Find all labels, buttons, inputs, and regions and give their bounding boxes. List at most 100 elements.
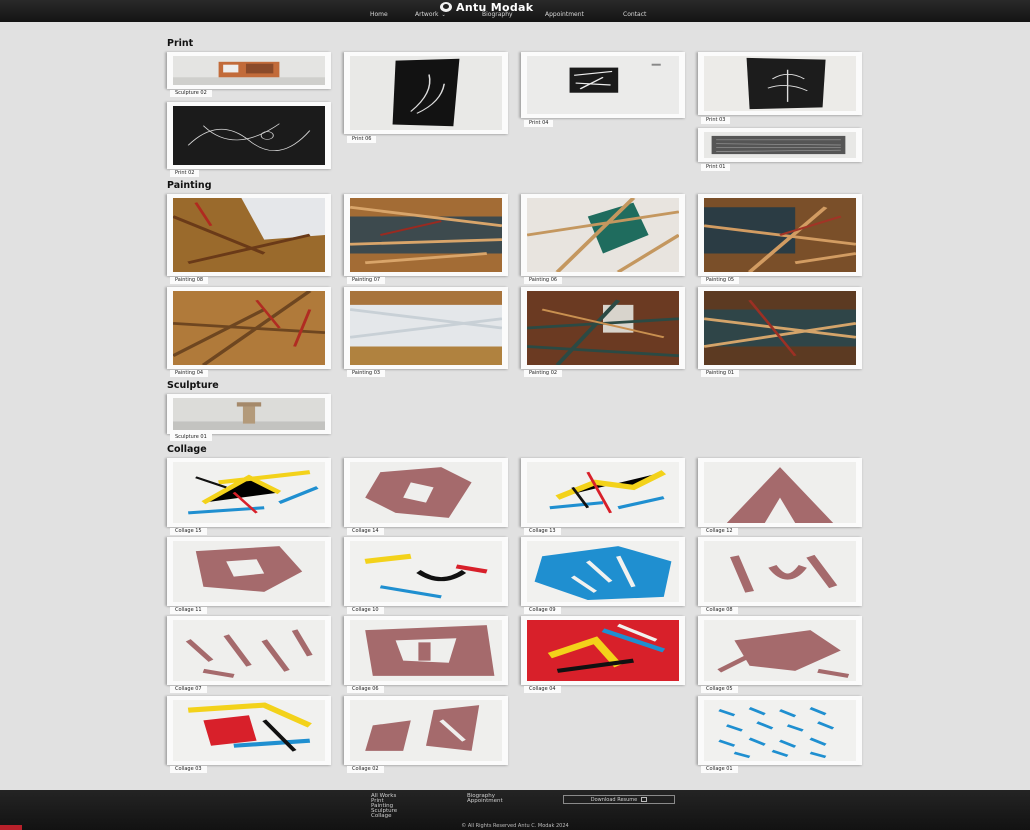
artwork-image bbox=[173, 541, 325, 602]
artwork-caption: Collage 10 bbox=[347, 607, 384, 614]
artwork-caption: Collage 14 bbox=[347, 528, 384, 535]
artwork-image bbox=[350, 620, 502, 681]
artwork-caption: Collage 15 bbox=[170, 528, 207, 535]
copyright-text: © All Rights Reserved Antu C. Modak 2024 bbox=[461, 823, 569, 829]
nav-appointment[interactable]: Appointment bbox=[545, 11, 584, 18]
artwork-card[interactable] bbox=[344, 194, 508, 276]
artwork-image bbox=[527, 462, 679, 523]
artwork-card[interactable] bbox=[344, 52, 508, 134]
artwork-card[interactable] bbox=[521, 194, 685, 276]
artwork-card[interactable] bbox=[344, 537, 508, 606]
nav-artwork[interactable]: Artwork ⌄ bbox=[415, 11, 446, 18]
artwork-image bbox=[173, 106, 325, 165]
artwork-card[interactable] bbox=[167, 458, 331, 527]
artwork-card[interactable] bbox=[344, 696, 508, 765]
artwork-caption: Print 02 bbox=[170, 170, 200, 177]
artwork-caption: Painting 07 bbox=[347, 277, 386, 284]
nav-biography[interactable]: Biography bbox=[482, 11, 513, 18]
artwork-caption: Collage 01 bbox=[701, 766, 738, 773]
artwork-card[interactable] bbox=[167, 287, 331, 369]
artwork-image bbox=[527, 291, 679, 365]
artwork-card[interactable] bbox=[167, 102, 331, 169]
artwork-image bbox=[173, 291, 325, 365]
site-header: Antu Modak Home Artwork ⌄ Biography Appoi… bbox=[0, 0, 1030, 22]
site-footer: All Works Print Painting Sculpture Colla… bbox=[0, 790, 1030, 830]
artwork-caption: Collage 08 bbox=[701, 607, 738, 614]
artwork-card[interactable] bbox=[698, 194, 862, 276]
artwork-card[interactable] bbox=[521, 616, 685, 685]
artwork-card[interactable] bbox=[698, 616, 862, 685]
artwork-image bbox=[704, 132, 856, 158]
artwork-caption: Collage 07 bbox=[170, 686, 207, 693]
artwork-caption: Painting 04 bbox=[170, 370, 209, 377]
artwork-card[interactable] bbox=[698, 458, 862, 527]
artwork-image bbox=[704, 541, 856, 602]
download-icon bbox=[641, 797, 648, 802]
artwork-card[interactable] bbox=[167, 537, 331, 606]
artwork-card[interactable] bbox=[344, 616, 508, 685]
artwork-caption: Sculpture 01 bbox=[170, 434, 212, 441]
artwork-card[interactable] bbox=[344, 287, 508, 369]
corner-badge bbox=[0, 825, 22, 830]
artwork-caption: Print 03 bbox=[701, 117, 731, 124]
artwork-image bbox=[350, 462, 502, 523]
artwork-image bbox=[173, 620, 325, 681]
artwork-image bbox=[527, 541, 679, 602]
download-resume-button[interactable]: Download Resume bbox=[563, 795, 675, 804]
nav-home[interactable]: Home bbox=[370, 11, 388, 18]
artwork-card[interactable] bbox=[698, 128, 862, 162]
section-title-collage: Collage bbox=[167, 444, 207, 455]
artwork-card[interactable] bbox=[698, 537, 862, 606]
artwork-image bbox=[173, 462, 325, 523]
artwork-caption: Painting 03 bbox=[347, 370, 386, 377]
artwork-image bbox=[350, 198, 502, 272]
artwork-caption: Painting 01 bbox=[701, 370, 740, 377]
artwork-card[interactable] bbox=[521, 287, 685, 369]
section-title-print: Print bbox=[167, 38, 194, 49]
artwork-image bbox=[704, 198, 856, 272]
nav-contact[interactable]: Contact bbox=[623, 11, 646, 18]
artwork-image bbox=[527, 56, 679, 114]
artwork-caption: Collage 02 bbox=[347, 766, 384, 773]
artwork-caption: Sculpture 02 bbox=[170, 90, 212, 97]
section-title-sculpture: Sculpture bbox=[167, 380, 219, 391]
artwork-image bbox=[350, 291, 502, 365]
download-resume-label: Download Resume bbox=[590, 796, 638, 803]
artwork-card[interactable] bbox=[521, 458, 685, 527]
artwork-card[interactable] bbox=[698, 287, 862, 369]
artwork-caption: Collage 09 bbox=[524, 607, 561, 614]
artwork-image bbox=[704, 56, 856, 111]
artwork-caption: Collage 06 bbox=[347, 686, 384, 693]
artwork-image bbox=[350, 541, 502, 602]
nav-artwork-label: Artwork bbox=[415, 11, 439, 18]
artwork-card[interactable] bbox=[521, 537, 685, 606]
artwork-image bbox=[350, 56, 502, 130]
artwork-caption: Collage 05 bbox=[701, 686, 738, 693]
artwork-image bbox=[173, 56, 325, 85]
artwork-caption: Print 04 bbox=[524, 120, 554, 127]
artwork-caption: Painting 02 bbox=[524, 370, 563, 377]
artwork-card[interactable] bbox=[167, 394, 331, 434]
artwork-caption: Collage 03 bbox=[170, 766, 207, 773]
artwork-card[interactable] bbox=[167, 696, 331, 765]
artwork-image bbox=[704, 700, 856, 761]
artwork-card[interactable] bbox=[344, 458, 508, 527]
artwork-card[interactable] bbox=[167, 616, 331, 685]
artwork-image bbox=[704, 291, 856, 365]
artwork-caption: Collage 13 bbox=[524, 528, 561, 535]
footer-link-collage[interactable]: Collage bbox=[371, 813, 392, 819]
artwork-image bbox=[704, 620, 856, 681]
footer-link-appointment[interactable]: Appointment bbox=[467, 798, 503, 804]
artwork-card[interactable] bbox=[167, 52, 331, 89]
artwork-card[interactable] bbox=[167, 194, 331, 276]
artwork-image bbox=[527, 198, 679, 272]
artwork-image bbox=[173, 198, 325, 272]
artwork-image bbox=[173, 398, 325, 430]
artwork-image bbox=[527, 620, 679, 681]
artwork-image bbox=[704, 462, 856, 523]
artwork-card[interactable] bbox=[698, 696, 862, 765]
artwork-image bbox=[173, 700, 325, 761]
artwork-card[interactable] bbox=[698, 52, 862, 115]
artwork-caption: Painting 08 bbox=[170, 277, 209, 284]
artwork-card[interactable] bbox=[521, 52, 685, 118]
